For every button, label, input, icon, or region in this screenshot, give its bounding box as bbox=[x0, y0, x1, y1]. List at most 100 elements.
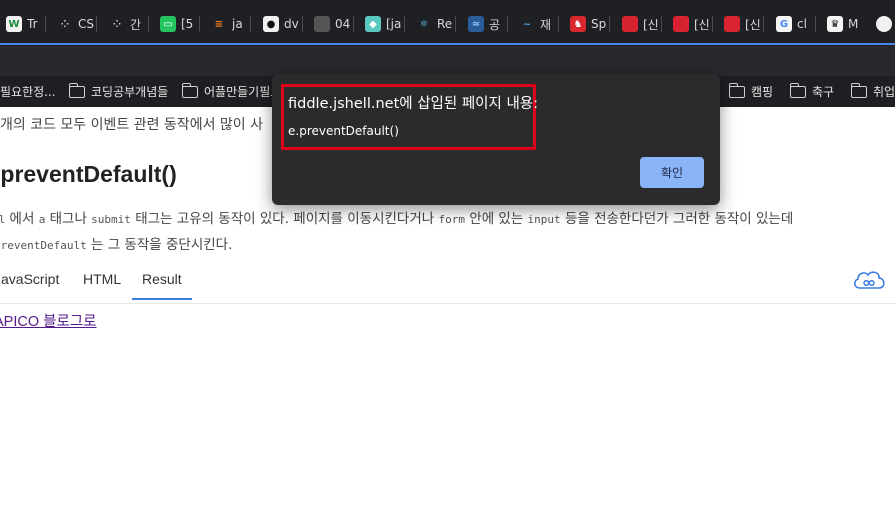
inline-code: submit bbox=[91, 213, 131, 226]
browser-tab[interactable]: ≡ ja bbox=[205, 10, 251, 38]
tab-separator bbox=[558, 16, 559, 32]
bookmark-folder[interactable]: 취업 bbox=[850, 82, 895, 100]
paragraph-text: 는 그 동작을 중단시킨다. bbox=[86, 237, 233, 253]
bookmark-folder[interactable]: 캠핑 bbox=[728, 82, 774, 100]
browser-toolbar bbox=[0, 46, 895, 76]
tab-separator bbox=[661, 16, 662, 32]
tab-separator bbox=[250, 16, 251, 32]
tab-separator bbox=[712, 16, 713, 32]
browser-tab-label: [신 bbox=[694, 17, 710, 32]
bookmark-folder[interactable]: 축구 bbox=[789, 82, 834, 100]
bookmark-folder-label: 어플만들기필요 bbox=[204, 85, 282, 99]
browser-tab-strip: W Tr ⁘ CS ⁘ 간 ▭ [5 ≡ ja ● dv 04 ◆ [ja ⚛ Re ≈ 공 ~ 재 ♞ Sp [신 [신 [신 G… bbox=[0, 0, 895, 46]
browser-tab[interactable]: ~ 재 bbox=[513, 10, 559, 38]
tab-javascript[interactable]: JavaScript bbox=[0, 271, 59, 298]
book-icon bbox=[724, 16, 740, 32]
browser-tab-label: [ja bbox=[386, 17, 402, 31]
tab-separator bbox=[199, 16, 200, 32]
tab-strip-accent-line bbox=[0, 43, 895, 45]
result-link[interactable]: APICO 블로그로 bbox=[0, 310, 97, 331]
ok-button[interactable]: 확인 bbox=[640, 157, 704, 188]
tab-separator bbox=[763, 16, 764, 32]
paragraph-text: 태그는 고유의 동작이 있다. 페이지를 이동시킨다거나 bbox=[130, 211, 439, 227]
inline-code: preventDefault bbox=[0, 239, 87, 252]
folder-icon bbox=[68, 82, 85, 98]
inline-code: input bbox=[527, 213, 561, 226]
browser-tab[interactable]: ♛ M bbox=[821, 10, 881, 38]
app-icon: ◆ bbox=[365, 16, 381, 32]
browser-tab[interactable]: W Tr bbox=[0, 10, 46, 38]
tab-separator bbox=[455, 16, 456, 32]
bookmark-folder[interactable]: 어플만들기필요 bbox=[181, 82, 282, 100]
bookmark-folder-label: 캠핑 bbox=[751, 85, 774, 99]
book-icon bbox=[622, 16, 638, 32]
paragraph-text: 등을 전송한다던가 그러한 동작이 있는데 bbox=[560, 211, 794, 227]
browser-tab-label: [신 bbox=[745, 17, 761, 32]
page-icon bbox=[314, 16, 330, 32]
browser-tab-label: 간 bbox=[130, 17, 142, 32]
browser-tab[interactable]: ≈ 공 bbox=[462, 10, 508, 38]
browser-tab-label: Tr bbox=[27, 17, 38, 31]
browser-tab[interactable]: [신 bbox=[667, 10, 713, 38]
tab-separator bbox=[148, 16, 149, 32]
tab-separator bbox=[609, 16, 610, 32]
wave-icon: ≈ bbox=[468, 16, 484, 32]
tab-result[interactable]: Result bbox=[132, 271, 192, 300]
dots-icon: ⁘ bbox=[57, 16, 73, 32]
tab-separator bbox=[404, 16, 405, 32]
folder-icon bbox=[728, 82, 745, 98]
tab-separator bbox=[45, 16, 46, 32]
browser-tab-label: 공 bbox=[489, 17, 501, 32]
bookmark-folder[interactable]: 코딩공부개념들 bbox=[68, 82, 169, 100]
shield-icon: ♞ bbox=[570, 16, 586, 32]
book-icon bbox=[673, 16, 689, 32]
bookmark-label: 필요한정... bbox=[0, 85, 56, 99]
alert-dialog: fiddle.jshell.net에 삽입된 페이지 내용: e.prevent… bbox=[272, 74, 720, 205]
profile-icon[interactable] bbox=[876, 16, 892, 32]
browser-tab[interactable]: ● dv bbox=[257, 10, 303, 38]
jsfiddle-cloud-icon[interactable] bbox=[851, 267, 887, 291]
browser-tab[interactable]: ⁘ 간 bbox=[103, 10, 149, 38]
browser-tab[interactable]: ⚛ Re bbox=[410, 10, 456, 38]
fiddle-tabs: JavaScript HTML Result bbox=[0, 263, 895, 304]
browser-tab[interactable]: Gcl bbox=[770, 10, 816, 38]
stackoverflow-icon: ≡ bbox=[211, 16, 227, 32]
browser-tab[interactable]: ⁘ CS bbox=[51, 10, 97, 38]
description-paragraph: ml 에서 a 태그나 submit 태그는 고유의 동작이 있다. 페이지를 … bbox=[0, 207, 793, 227]
tab-separator bbox=[507, 16, 508, 32]
tab-separator bbox=[96, 16, 97, 32]
chat-icon: ▭ bbox=[160, 16, 176, 32]
bookmark-folder-label: 코딩공부개념들 bbox=[91, 85, 169, 99]
dialog-title: fiddle.jshell.net에 삽입된 페이지 내용: bbox=[288, 96, 539, 112]
folder-icon bbox=[789, 82, 806, 98]
folder-icon bbox=[850, 82, 867, 98]
tab-separator bbox=[815, 16, 816, 32]
tab-separator bbox=[353, 16, 354, 32]
tab-html[interactable]: HTML bbox=[83, 271, 121, 298]
dialog-message: e.preventDefault() bbox=[288, 124, 399, 138]
browser-tab-label: ja bbox=[232, 17, 243, 31]
browser-tab[interactable]: ▭ [5 bbox=[154, 10, 200, 38]
browser-tab-label: dv bbox=[284, 17, 299, 31]
browser-tab-label: [5 bbox=[181, 17, 194, 31]
paragraph-text: 에서 bbox=[5, 211, 39, 227]
browser-tab-label: 재 bbox=[540, 17, 552, 32]
paragraph-text: 안에 있는 bbox=[464, 211, 528, 227]
bookmark-folder-label: 취업 bbox=[873, 85, 895, 99]
inline-code: form bbox=[438, 213, 465, 226]
browser-tab[interactable]: [신 bbox=[718, 10, 764, 38]
browser-tab[interactable]: 04 bbox=[308, 10, 354, 38]
intro-text: 개의 코드 모두 이벤트 관련 동작에서 많이 사 bbox=[0, 117, 263, 133]
description-paragraph: preventDefault 는 그 동작을 중단시킨다. bbox=[0, 233, 232, 253]
browser-tab-label: [신 bbox=[643, 17, 659, 32]
google-icon: G bbox=[776, 16, 792, 32]
browser-tab[interactable]: [신 bbox=[616, 10, 662, 38]
w-icon: W bbox=[6, 16, 22, 32]
paragraph-text: 태그나 bbox=[45, 211, 92, 227]
bookmark-item[interactable]: 필요한정... bbox=[0, 83, 56, 100]
browser-tab[interactable]: ◆ [ja bbox=[359, 10, 405, 38]
browser-tab[interactable]: ♞ Sp bbox=[564, 10, 610, 38]
tab-separator bbox=[302, 16, 303, 32]
browser-tab-label: 04 bbox=[335, 17, 351, 31]
dots-icon: ⁘ bbox=[109, 16, 125, 32]
